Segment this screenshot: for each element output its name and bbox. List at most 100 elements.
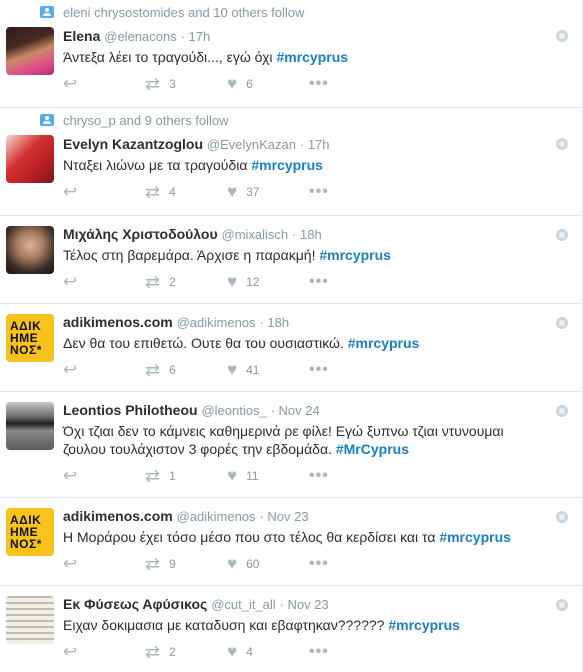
avatar[interactable]: ΑΔΙΚ ΗΜΕ ΝΟΣ* xyxy=(6,508,54,556)
hashtag-link[interactable]: #MrCyprus xyxy=(336,441,409,457)
like-button[interactable]: ♥ 4 xyxy=(227,642,309,662)
tweet-time[interactable]: · Nov 24 xyxy=(271,403,320,418)
retweet-icon: ⇄ xyxy=(145,359,161,380)
tweet[interactable]: Μιχάλης Χριστοδούλου @mixalisch · 18h Τέ… xyxy=(0,216,582,304)
author-name[interactable]: Elena xyxy=(63,28,100,44)
hashtag-link[interactable]: #mrcyprus xyxy=(251,157,323,173)
tweet-text-body: Τέλος στη βαρεμάρα. Άρχισε η παρακμή! xyxy=(63,247,320,263)
tweet-time[interactable]: · 17h xyxy=(300,137,330,152)
tweet[interactable]: ΑΔΙΚ ΗΜΕ ΝΟΣ* adikimenos.com @adikimenos… xyxy=(0,304,582,392)
more-button[interactable]: ••• xyxy=(309,75,391,93)
author-name[interactable]: Leontios Philotheou xyxy=(63,402,198,418)
retweet-button[interactable]: ⇄ 4 xyxy=(145,182,227,203)
author-name[interactable]: adikimenos.com xyxy=(63,314,173,330)
avatar[interactable] xyxy=(6,226,54,274)
author-handle[interactable]: @leontios_ xyxy=(201,403,266,418)
globe-icon[interactable] xyxy=(556,405,568,417)
more-icon: ••• xyxy=(309,361,329,378)
more-button[interactable]: ••• xyxy=(309,183,391,201)
more-button[interactable]: ••• xyxy=(309,361,391,379)
tweet-time[interactable]: · 18h xyxy=(292,227,322,242)
like-count: 6 xyxy=(246,77,253,91)
tweet-actions: ↩ ⇄ 3 ♥ 6 ••• xyxy=(63,66,552,102)
globe-icon[interactable] xyxy=(556,138,568,150)
author-handle[interactable]: @elenacons xyxy=(104,29,176,44)
tweet-text: Όχι τζιαι δεν το κάμνεις καθημερινά ρε φ… xyxy=(63,422,538,458)
globe-icon[interactable] xyxy=(556,30,568,42)
hashtag-link[interactable]: #mrcyprus xyxy=(348,335,420,351)
follow-context: chryso_p and 9 others follow xyxy=(40,110,552,131)
retweet-button[interactable]: ⇄ 3 xyxy=(145,74,227,95)
author-handle[interactable]: @EvelynKazan xyxy=(207,137,296,152)
globe-icon[interactable] xyxy=(556,317,568,329)
author-name[interactable]: Εκ Φύσεως Αφύσικος xyxy=(63,596,207,612)
retweet-button[interactable]: ⇄ 9 xyxy=(145,554,227,575)
tweet[interactable]: Leontios Philotheou @leontios_ · Nov 24 … xyxy=(0,392,582,498)
author-handle[interactable]: @cut_it_all xyxy=(211,597,276,612)
reply-button[interactable]: ↩ xyxy=(63,74,145,94)
like-count: 37 xyxy=(246,185,260,199)
tweet-time[interactable]: · Nov 23 xyxy=(259,509,308,524)
like-button[interactable]: ♥ 6 xyxy=(227,74,309,94)
reply-button[interactable]: ↩ xyxy=(63,466,145,486)
heart-icon: ♥ xyxy=(227,466,238,485)
avatar[interactable] xyxy=(6,402,54,450)
reply-button[interactable]: ↩ xyxy=(63,642,145,662)
author-name[interactable]: Evelyn Kazantzoglou xyxy=(63,136,203,152)
reply-button[interactable]: ↩ xyxy=(63,182,145,202)
tweet-feed: eleni chrysostomides and 10 others follo… xyxy=(0,0,583,672)
author-name[interactable]: Μιχάλης Χριστοδούλου xyxy=(63,226,218,242)
tweet-time[interactable]: · 18h xyxy=(259,315,289,330)
tweet[interactable]: eleni chrysostomides and 10 others follo… xyxy=(0,0,582,108)
more-button[interactable]: ••• xyxy=(309,555,391,573)
tweet-time[interactable]: · 17h xyxy=(181,29,211,44)
retweet-button[interactable]: ⇄ 2 xyxy=(145,272,227,293)
globe-icon[interactable] xyxy=(556,229,568,241)
retweet-button[interactable]: ⇄ 6 xyxy=(145,360,227,381)
reply-button[interactable]: ↩ xyxy=(63,554,145,574)
like-button[interactable]: ♥ 41 xyxy=(227,360,309,380)
like-button[interactable]: ♥ 37 xyxy=(227,182,309,202)
hashtag-link[interactable]: #mrcyprus xyxy=(439,529,511,545)
avatar-logo-line: ΝΟΣ* xyxy=(10,343,42,357)
tweet-actions: ↩ ⇄ 2 ♥ 12 ••• xyxy=(63,264,552,300)
tweet-text-body: Η Μοράρου έχει τόσο μέσο που στο τέλος θ… xyxy=(63,529,440,545)
author-handle[interactable]: @mixalisch xyxy=(222,227,289,242)
follow-context-icon xyxy=(40,6,54,18)
author-handle[interactable]: @adikimenos xyxy=(177,509,256,524)
tweet[interactable]: ΑΔΙΚ ΗΜΕ ΝΟΣ* adikimenos.com @adikimenos… xyxy=(0,498,582,586)
globe-icon[interactable] xyxy=(556,511,568,523)
author-handle[interactable]: @adikimenos xyxy=(177,315,256,330)
retweet-button[interactable]: ⇄ 2 xyxy=(145,642,227,663)
like-button[interactable]: ♥ 60 xyxy=(227,554,309,574)
avatar[interactable] xyxy=(6,27,54,75)
avatar[interactable] xyxy=(6,135,54,183)
tweet-text: Δεν θα του επιθετώ. Ουτε θα του ουσιαστι… xyxy=(63,334,552,352)
reply-icon: ↩ xyxy=(63,74,78,93)
tweet-text: Η Μοράρου έχει τόσο μέσο που στο τέλος θ… xyxy=(63,528,552,546)
reply-icon: ↩ xyxy=(63,642,78,661)
hashtag-link[interactable]: #mrcyprus xyxy=(319,247,391,263)
more-button[interactable]: ••• xyxy=(309,643,391,661)
like-button[interactable]: ♥ 11 xyxy=(227,466,309,486)
reply-button[interactable]: ↩ xyxy=(63,272,145,292)
tweet[interactable]: Εκ Φύσεως Αφύσικος @cut_it_all · Nov 23 … xyxy=(0,586,582,672)
avatar[interactable]: ΑΔΙΚ ΗΜΕ ΝΟΣ* xyxy=(6,314,54,362)
author-name[interactable]: adikimenos.com xyxy=(63,508,173,524)
more-icon: ••• xyxy=(309,467,329,484)
tweet[interactable]: chryso_p and 9 others follow Evelyn Kaza… xyxy=(0,108,582,216)
more-button[interactable]: ••• xyxy=(309,273,391,291)
retweet-count: 2 xyxy=(169,275,176,289)
retweet-icon: ⇄ xyxy=(145,181,161,202)
more-button[interactable]: ••• xyxy=(309,467,391,485)
hashtag-link[interactable]: #mrcyprus xyxy=(276,49,348,65)
follow-context-text: eleni chrysostomides and 10 others follo… xyxy=(63,5,305,20)
reply-icon: ↩ xyxy=(63,554,78,573)
hashtag-link[interactable]: #mrcyprus xyxy=(388,617,460,633)
globe-icon[interactable] xyxy=(556,599,568,611)
retweet-button[interactable]: ⇄ 1 xyxy=(145,466,227,487)
avatar[interactable] xyxy=(6,596,54,644)
tweet-time[interactable]: · Nov 23 xyxy=(280,597,329,612)
like-button[interactable]: ♥ 12 xyxy=(227,272,309,292)
reply-button[interactable]: ↩ xyxy=(63,360,145,380)
